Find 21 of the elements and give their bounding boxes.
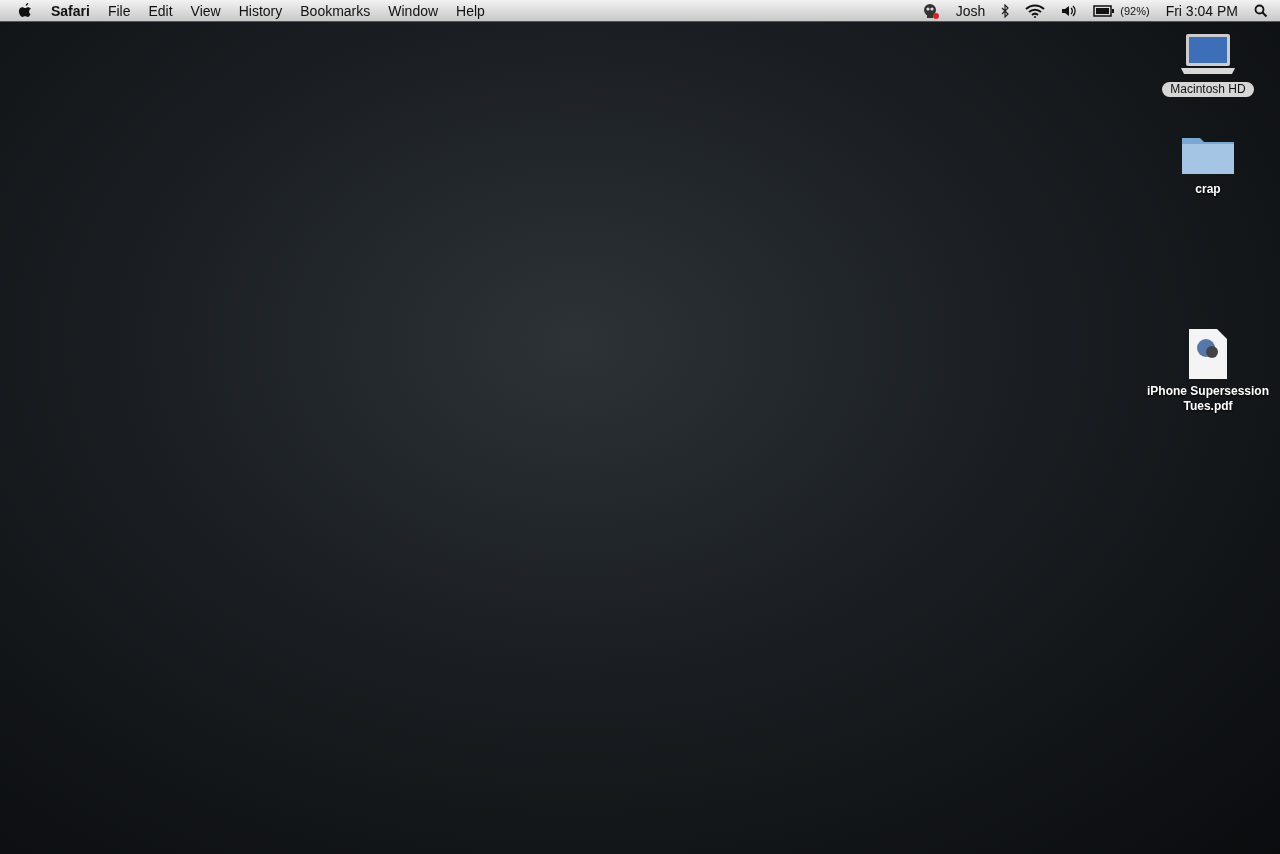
wifi-icon[interactable] <box>1025 3 1046 18</box>
search-icon[interactable] <box>1254 3 1268 18</box>
icon-label[interactable]: iPhone Supersession Tues.pdf <box>1143 384 1273 414</box>
menu-item[interactable]: Window <box>388 2 439 19</box>
menu-clock[interactable]: Fri 3:04 PM <box>1165 2 1238 19</box>
pdf-document-icon[interactable] <box>1188 328 1228 380</box>
menu-item[interactable]: History <box>238 2 283 19</box>
app-menu[interactable]: Safari <box>51 2 90 19</box>
icon-label[interactable]: crap <box>1143 182 1273 197</box>
volume-icon[interactable] <box>1061 4 1078 17</box>
menu-item[interactable]: Help <box>456 2 485 19</box>
battery-percentage: (92%) <box>1120 4 1150 17</box>
apple-logo-icon[interactable] <box>18 2 33 19</box>
menu-item[interactable]: File <box>107 2 131 19</box>
menu-item[interactable]: Bookmarks <box>300 2 371 19</box>
menu-item[interactable]: Edit <box>148 2 173 19</box>
bluetooth-icon[interactable] <box>1001 3 1010 18</box>
user-name[interactable]: Josh <box>955 2 986 19</box>
menu-item[interactable]: View <box>190 2 221 19</box>
icon-label[interactable]: Macintosh HD <box>1162 82 1254 97</box>
battery-icon[interactable] <box>1093 4 1116 17</box>
